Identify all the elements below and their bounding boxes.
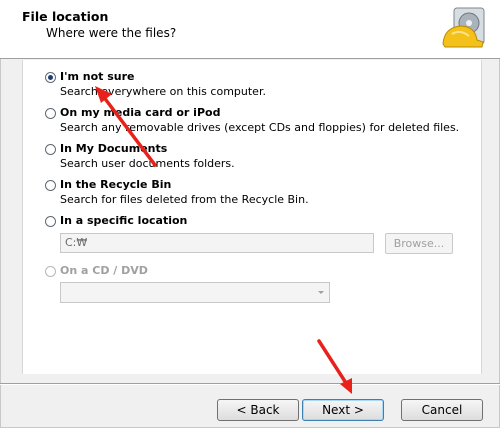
next-button[interactable]: Next >	[302, 399, 384, 421]
footer-separator	[0, 383, 500, 385]
option-label: On a CD / DVD	[60, 264, 148, 277]
browse-button[interactable]: Browse...	[385, 233, 453, 254]
location-path-input[interactable]: C:₩	[60, 233, 374, 253]
hard-drive-hardhat-icon	[442, 7, 485, 48]
option-label: On my media card or iPod	[60, 106, 221, 119]
page-subtitle: Where were the files?	[46, 26, 177, 40]
radio-media-card[interactable]	[45, 108, 56, 119]
radio-not-sure[interactable]	[45, 72, 56, 83]
option-description: Search any removable drives (except CDs …	[60, 121, 460, 134]
radio-specific-location[interactable]	[45, 216, 56, 227]
back-button[interactable]: < Back	[217, 399, 299, 421]
option-label: I'm not sure	[60, 70, 135, 83]
option-label: In a specific location	[60, 214, 188, 227]
option-description: Search user documents folders.	[60, 157, 235, 170]
cd-dvd-dropdown[interactable]	[60, 282, 330, 303]
page-title: File location	[22, 9, 109, 24]
radio-my-documents[interactable]	[45, 144, 56, 155]
option-description: Search everywhere on this computer.	[60, 85, 266, 98]
radio-cd-dvd[interactable]	[45, 266, 56, 277]
wizard-header: File location Where were the files?	[0, 0, 500, 59]
option-label: In the Recycle Bin	[60, 178, 172, 191]
cancel-button[interactable]: Cancel	[401, 399, 483, 421]
radio-recycle-bin[interactable]	[45, 180, 56, 191]
option-label: In My Documents	[60, 142, 168, 155]
chevron-down-icon	[318, 291, 324, 294]
option-description: Search for files deleted from the Recycl…	[60, 193, 309, 206]
